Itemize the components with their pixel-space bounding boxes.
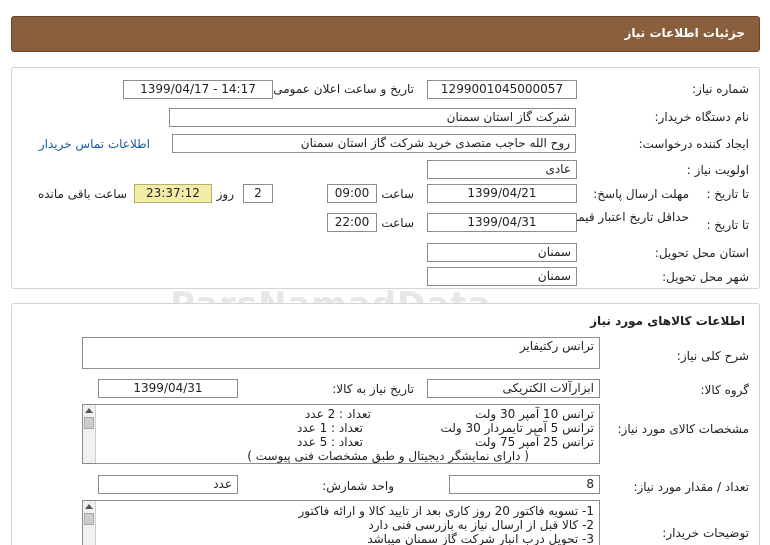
creator-field: روح الله حاجب متصدی خرید شرکت گاز استان … <box>172 134 576 153</box>
note-item: 1- تسویه فاکتور 20 روز کاری بعد از تایید… <box>298 504 595 518</box>
need-info-panel: شماره نیاز: 1299001045000057 تاریخ و ساع… <box>11 67 760 289</box>
remaining-label: ساعت باقی مانده <box>37 187 127 201</box>
need-date-label: تاریخ نیاز به کالا: <box>332 382 414 396</box>
summary-label: شرح کلی نیاز: <box>676 349 749 363</box>
reply-deadline-label: مهلت ارسال پاسخ: <box>593 187 689 201</box>
unit-field: عدد <box>98 475 238 494</box>
buyer-notes-label: توضیحات خریدار: <box>662 526 749 540</box>
spec-item: ترانس 25 آمپر 75 ولت <box>474 435 594 449</box>
validity-until-label: تا تاریخ : <box>706 218 749 232</box>
days-field: 2 <box>243 184 273 203</box>
priority-label: اولویت نیاز : <box>686 163 749 177</box>
scroll-thumb[interactable] <box>84 513 94 525</box>
scroll-up-icon[interactable] <box>85 408 93 413</box>
spec-qty: تعداد : 5 عدد <box>296 435 363 449</box>
need-number-label: شماره نیاز: <box>692 82 749 96</box>
spec-item: ترانس 10 آمپر 30 ولت <box>474 407 594 421</box>
reply-until-label: تا تاریخ : <box>706 187 749 201</box>
city-field: سمنان <box>427 267 577 286</box>
need-number-field: 1299001045000057 <box>427 80 577 99</box>
priority-field: عادی <box>427 160 577 179</box>
note-item: 2- کالا قبل از ارسال نیاز به بازرسی فنی … <box>368 518 594 532</box>
note-item: 3- تحویل درب انبار شرکت گاز سمنان میباشد <box>367 532 594 545</box>
spec-note: ( دارای نمایشگر دیجیتال و طبق مشخصات فنی… <box>247 449 529 463</box>
count-field: 8 <box>449 475 600 494</box>
unit-label: واحد شمارش: <box>322 479 394 493</box>
city-label: شهر محل تحویل: <box>662 270 749 284</box>
announce-label: تاریخ و ساعت اعلان عمومی: <box>269 82 414 96</box>
buyer-contact-link[interactable]: اطلاعات تماس خریدار <box>39 137 150 151</box>
creator-label: ایجاد کننده درخواست: <box>638 137 749 151</box>
goods-section-title: اطلاعات کالاهای مورد نیاز <box>590 314 745 328</box>
spec-qty: تعداد : 2 عدد <box>304 407 371 421</box>
spec-qty: تعداد : 1 عدد <box>296 421 363 435</box>
remaining-time-field: 23:37:12 <box>134 184 212 203</box>
group-field: ابزارآلات الکتریکی <box>427 379 600 398</box>
specs-label: مشخصات کالای مورد نیاز: <box>617 422 749 436</box>
page-header: جزئیات اطلاعات نیاز <box>11 16 760 52</box>
price-validity-label: حداقل تاریخ اعتبار قیمت: <box>562 210 689 224</box>
summary-field: ترانس رکتیفایر <box>82 337 600 369</box>
specs-listbox[interactable]: ترانس 10 آمپر 30 ولت تعداد : 2 عدد ترانس… <box>82 404 600 464</box>
scroll-thumb[interactable] <box>84 417 94 429</box>
reply-time-label: ساعت <box>381 187 414 201</box>
buyer-org-field: شرکت گاز استان سمنان <box>169 108 576 127</box>
goods-info-panel: اطلاعات کالاهای مورد نیاز شرح کلی نیاز: … <box>11 303 760 545</box>
province-field: سمنان <box>427 243 577 262</box>
buyer-notes-listbox[interactable]: 1- تسویه فاکتور 20 روز کاری بعد از تایید… <box>82 500 600 545</box>
reply-date-field: 1399/04/21 <box>427 184 577 203</box>
spec-item: ترانس 5 آمپر تایمردار 30 ولت <box>440 421 594 435</box>
group-label: گروه کالا: <box>700 383 750 397</box>
announce-field: 1399/04/17 - 14:17 <box>123 80 273 99</box>
province-label: استان محل تحویل: <box>654 246 749 260</box>
page-title: جزئیات اطلاعات نیاز <box>624 26 745 40</box>
need-date-field: 1399/04/31 <box>98 379 238 398</box>
specs-scrollbar[interactable] <box>83 405 96 463</box>
validity-time-field: 22:00 <box>327 213 377 232</box>
validity-date-field: 1399/04/31 <box>427 213 577 232</box>
scroll-up-icon[interactable] <box>85 504 93 509</box>
count-label: تعداد / مقدار مورد نیاز: <box>633 480 749 494</box>
validity-time-label: ساعت <box>381 216 414 230</box>
buyer-org-label: نام دستگاه خریدار: <box>654 110 750 124</box>
reply-time-field: 09:00 <box>327 184 377 203</box>
notes-scrollbar[interactable] <box>83 501 96 545</box>
